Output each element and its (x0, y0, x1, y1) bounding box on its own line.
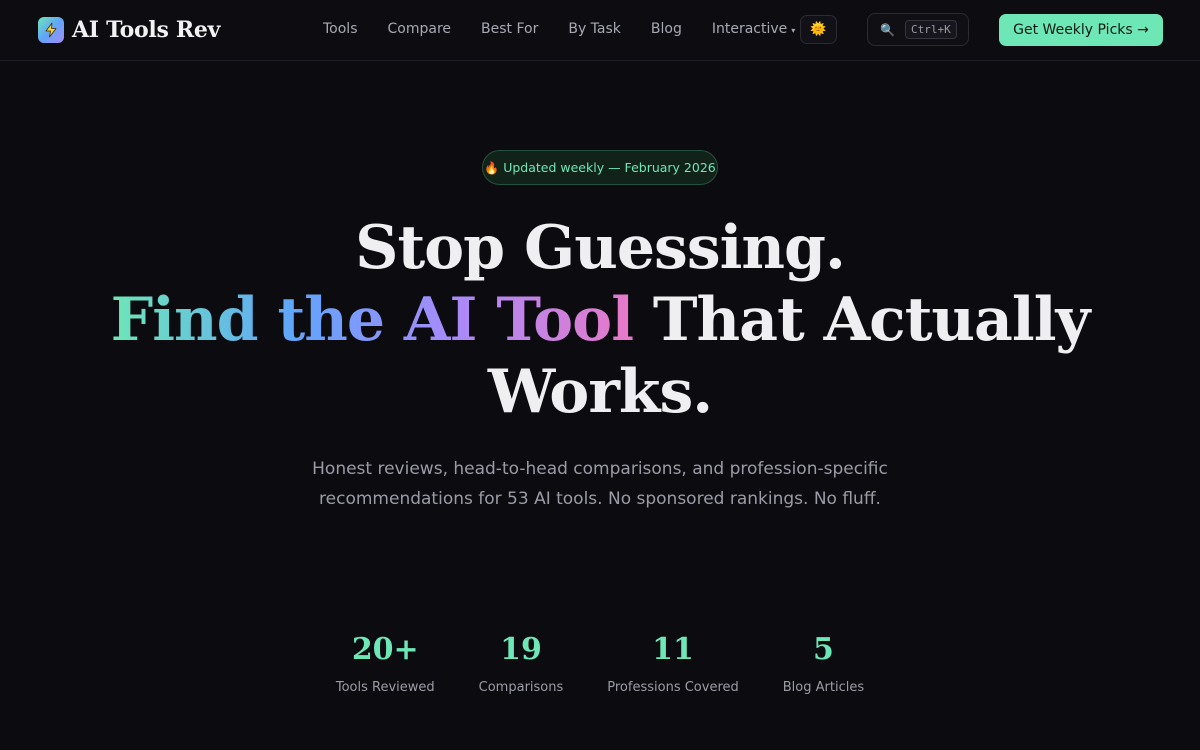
stat-tools-reviewed: 20+ Tools Reviewed (336, 630, 435, 695)
stat-value: 11 (652, 632, 694, 667)
brand-link[interactable]: AI Tools Rev (38, 16, 220, 44)
stat-label: Professions Covered (607, 680, 739, 695)
nav-interactive-label: Interactive (711, 21, 788, 37)
nav-compare[interactable]: Compare (388, 21, 452, 37)
nav-best-for[interactable]: Best For (481, 21, 538, 37)
nav-by-task[interactable]: By Task (568, 21, 621, 37)
stat-professions-covered: 11 Professions Covered (607, 630, 739, 695)
stat-blog-articles: 5 Blog Articles (783, 630, 864, 695)
get-weekly-picks-button[interactable]: Get Weekly Picks → (999, 14, 1163, 46)
stat-comparisons: 19 Comparisons (479, 630, 564, 695)
stat-value: 20+ (351, 632, 419, 667)
stat-value: 5 (813, 632, 834, 667)
stat-label: Comparisons (478, 680, 564, 695)
nav-blog[interactable]: Blog (651, 21, 682, 37)
search-button[interactable]: 🔍 Ctrl+K (867, 13, 969, 46)
top-navigation-bar: AI Tools Rev Tools Compare Best For By T… (0, 0, 1200, 61)
stat-label: Tools Reviewed (335, 680, 435, 695)
stats-row: 20+ Tools Reviewed 19 Comparisons 11 Pro… (0, 630, 1200, 695)
brand-name: AI Tools Rev (72, 17, 221, 43)
headline-line-2-rest: That Actually (632, 285, 1091, 355)
headline-line-1: Stop Guessing. (355, 213, 846, 283)
hero-subtitle: Honest reviews, head-to-head comparisons… (312, 459, 888, 509)
lightning-bolt-icon (38, 17, 64, 43)
badge-text: Updated weekly — February 2026 (503, 160, 716, 175)
updated-badge: 🔥 Updated weekly — February 2026 (482, 150, 718, 185)
nav-tools[interactable]: Tools (323, 21, 358, 37)
stat-label: Blog Articles (782, 680, 865, 695)
search-shortcut-hint: Ctrl+K (904, 20, 957, 39)
hero-headline: Stop Guessing. Find the AI Tool That Act… (0, 212, 1200, 428)
fire-icon: 🔥 (484, 160, 500, 175)
headline-line-3: Works. (487, 357, 713, 427)
stat-value: 19 (500, 632, 542, 667)
theme-toggle-button[interactable]: 🌞 (800, 15, 837, 44)
nav-interactive-dropdown[interactable]: Interactive ▾ (712, 21, 795, 37)
chevron-down-icon: ▾ (791, 26, 796, 35)
sun-icon: 🌞 (810, 22, 827, 37)
headline-gradient-text: Find the AI Tool (110, 285, 634, 355)
main-nav: Tools Compare Best For By Task Blog Inte… (308, 17, 810, 41)
magnifier-icon: 🔍 (880, 22, 895, 37)
